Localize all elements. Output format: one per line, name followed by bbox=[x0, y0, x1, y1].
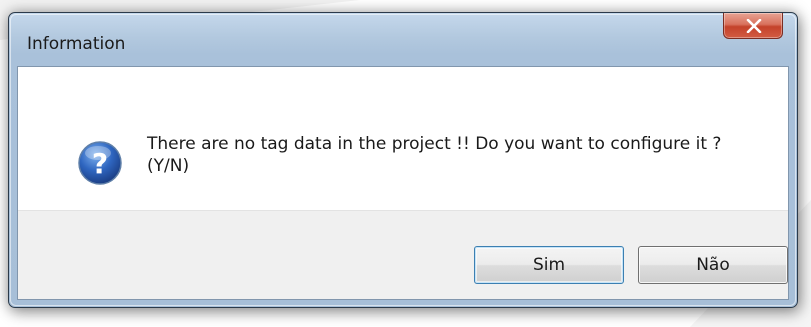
message-area: ? There are no tag data in the project !… bbox=[18, 67, 788, 212]
information-dialog: Information ? There are no tag data in t… bbox=[8, 12, 798, 308]
close-icon bbox=[746, 19, 762, 33]
dialog-body: ? There are no tag data in the project !… bbox=[17, 66, 789, 300]
question-icon: ? bbox=[78, 141, 122, 185]
dialog-title: Information bbox=[27, 34, 126, 54]
yes-button[interactable]: Sim bbox=[474, 246, 624, 284]
svg-text:?: ? bbox=[92, 147, 108, 180]
screen: Information ? There are no tag data in t… bbox=[0, 0, 811, 327]
title-bar[interactable]: Information bbox=[9, 13, 797, 65]
no-button[interactable]: Não bbox=[638, 246, 788, 284]
close-button[interactable] bbox=[723, 13, 783, 39]
button-bar: Sim Não bbox=[18, 210, 788, 299]
message-text: There are no tag data in the project !! … bbox=[147, 134, 722, 176]
